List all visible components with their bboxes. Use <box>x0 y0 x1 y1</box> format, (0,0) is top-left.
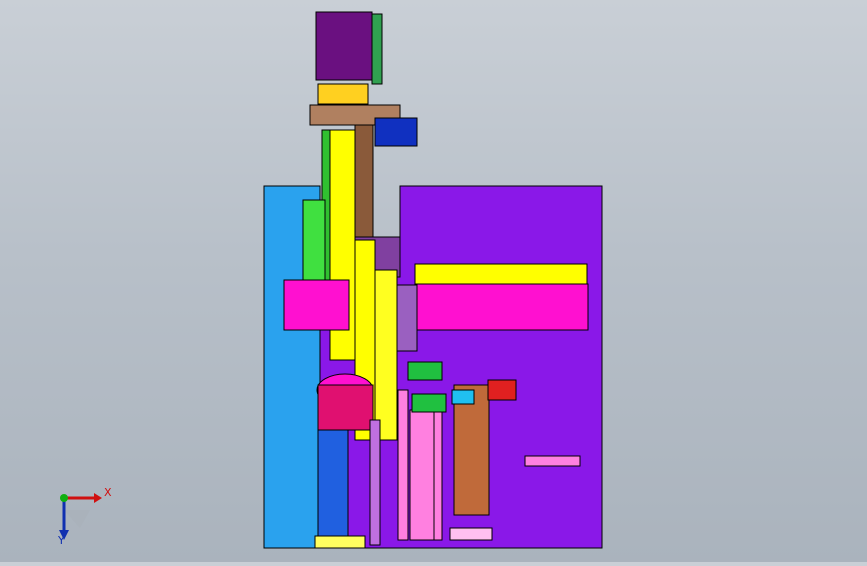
top-motor-box <box>315 11 373 81</box>
magenta-beam-right <box>414 283 589 331</box>
yellow-horizontal-arm <box>414 263 588 285</box>
red-block <box>487 379 517 401</box>
lower-rail-4 <box>433 409 443 541</box>
yellow-slide <box>374 269 398 441</box>
navy-block <box>374 117 418 147</box>
brown-column <box>354 124 374 241</box>
cad-assembly-drawing <box>263 11 603 549</box>
top-motor-side <box>371 13 383 85</box>
triad-shadow <box>64 510 90 528</box>
green-module-1 <box>407 361 443 381</box>
green-panel <box>302 199 326 281</box>
lower-rail-1 <box>369 419 381 546</box>
cad-viewport[interactable] <box>0 0 867 562</box>
cylinder-base <box>449 527 493 541</box>
triad-origin <box>60 494 68 502</box>
lower-rail-2 <box>397 389 409 541</box>
x-axis-arrow <box>94 493 102 503</box>
lower-stack <box>317 429 349 541</box>
green-module-2 <box>411 393 447 413</box>
connector-row <box>524 455 581 467</box>
magenta-beam-left <box>283 279 350 331</box>
coordinate-triad: X Y <box>40 480 120 550</box>
top-coupling <box>317 83 369 105</box>
magenta-body <box>317 384 374 431</box>
grey-beam-block <box>396 284 418 352</box>
x-axis-label: X <box>104 486 112 499</box>
y-axis-label: Y <box>58 534 65 547</box>
cyan-module <box>451 389 475 405</box>
lower-rail-3 <box>409 409 436 541</box>
yellow-base <box>314 535 366 549</box>
